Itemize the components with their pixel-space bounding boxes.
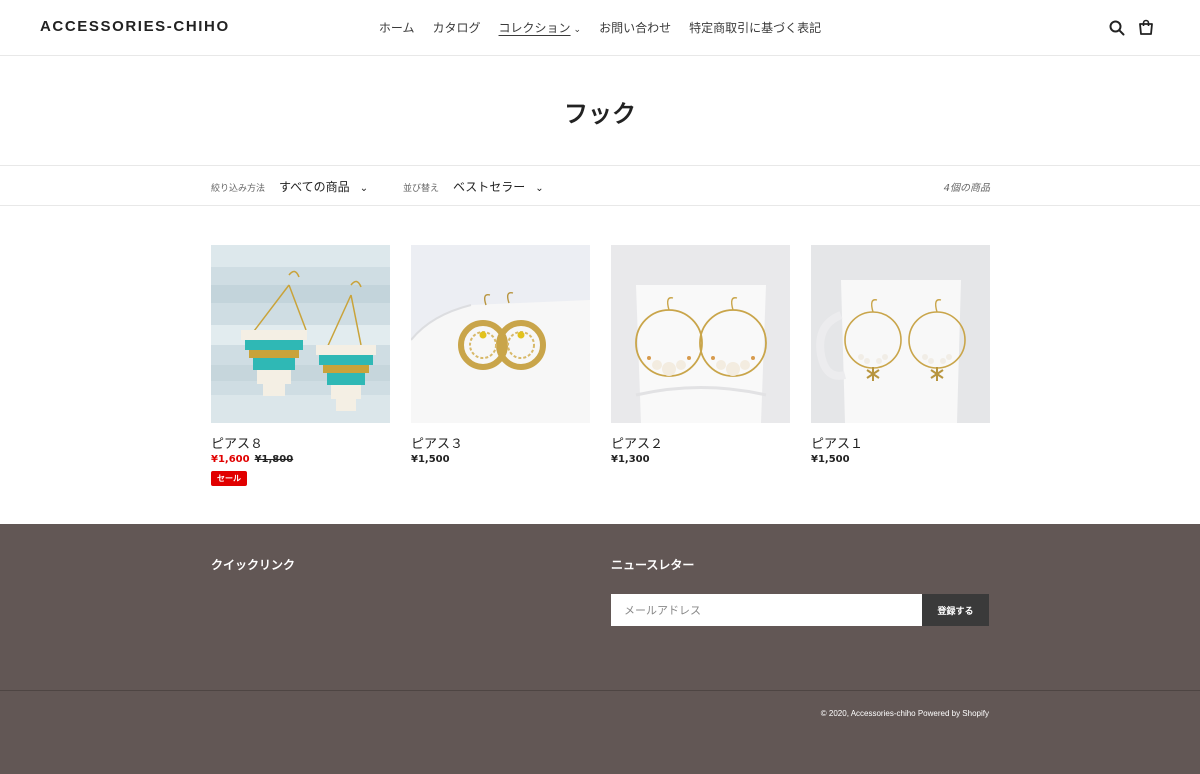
footer-divider <box>0 690 1200 691</box>
nav-item-contact[interactable]: お問い合わせ <box>599 19 671 36</box>
subscribe-button[interactable]: 登録する <box>922 594 989 626</box>
compare-price: ¥1,800 <box>254 454 294 465</box>
product-card[interactable]: ピアス２ ¥1,300 <box>611 245 790 465</box>
cart-icon[interactable] <box>1137 19 1155 37</box>
site-footer: クイックリンク ニュースレター 登録する © 2020, Accessories… <box>0 524 1200 774</box>
filter-select[interactable]: すべての商品 ⌄ <box>279 178 368 195</box>
product-card[interactable]: ピアス３ ¥1,500 <box>411 245 590 465</box>
product-price: ¥1,500 <box>811 454 850 465</box>
nav-item-collections[interactable]: コレクション ⌄ <box>499 19 582 36</box>
filter-label: 絞り込み方法 <box>211 184 266 194</box>
filter-bar: 絞り込み方法 すべての商品 ⌄ 並び替え ベストセラー ⌄ 4個の商品 <box>0 165 1200 206</box>
sort-select[interactable]: ベストセラー ⌄ <box>453 178 544 195</box>
product-name[interactable]: ピアス８ <box>211 433 390 452</box>
product-image[interactable] <box>211 245 390 423</box>
nav-item-legal[interactable]: 特定商取引に基づく表記 <box>689 19 821 36</box>
product-price: ¥1,600 ¥1,800 <box>211 454 390 465</box>
site-header: ACCESSORIES-CHIHO ホーム カタログ コレクション ⌄ お問い合わ… <box>0 0 1200 56</box>
quick-links-heading: クイックリンク <box>211 558 296 572</box>
product-price: ¥1,300 <box>611 454 650 465</box>
nav-item-home[interactable]: ホーム <box>379 19 415 36</box>
chevron-down-icon: ⌄ <box>573 25 582 35</box>
product-name[interactable]: ピアス２ <box>611 433 790 452</box>
search-icon[interactable] <box>1108 19 1126 37</box>
copyright-text: © 2020, Accessories-chiho Powered by Sho… <box>820 709 989 718</box>
sort-label: 並び替え <box>403 184 440 194</box>
product-card[interactable]: ピアス１ ¥1,500 <box>811 245 990 465</box>
product-name[interactable]: ピアス３ <box>411 433 590 452</box>
chevron-down-icon: ⌄ <box>535 183 544 194</box>
sale-price: ¥1,600 <box>211 454 250 465</box>
product-image[interactable] <box>811 245 990 423</box>
page-title: フック <box>564 100 636 128</box>
product-count: 4個の商品 <box>943 183 990 194</box>
chevron-down-icon: ⌄ <box>359 183 369 194</box>
product-card[interactable]: ピアス８ ¥1,600 ¥1,800 セール <box>211 245 390 486</box>
main-nav: ホーム カタログ コレクション ⌄ お問い合わせ 特定商取引に基づく表記 <box>0 19 1200 36</box>
product-price: ¥1,500 <box>411 454 450 465</box>
product-image[interactable] <box>411 245 590 423</box>
email-field[interactable] <box>611 594 922 626</box>
sale-badge: セール <box>211 471 247 486</box>
nav-item-catalog[interactable]: カタログ <box>433 19 481 36</box>
newsletter-heading: ニュースレター <box>611 558 695 572</box>
product-image[interactable] <box>611 245 790 423</box>
product-name[interactable]: ピアス１ <box>811 433 990 452</box>
